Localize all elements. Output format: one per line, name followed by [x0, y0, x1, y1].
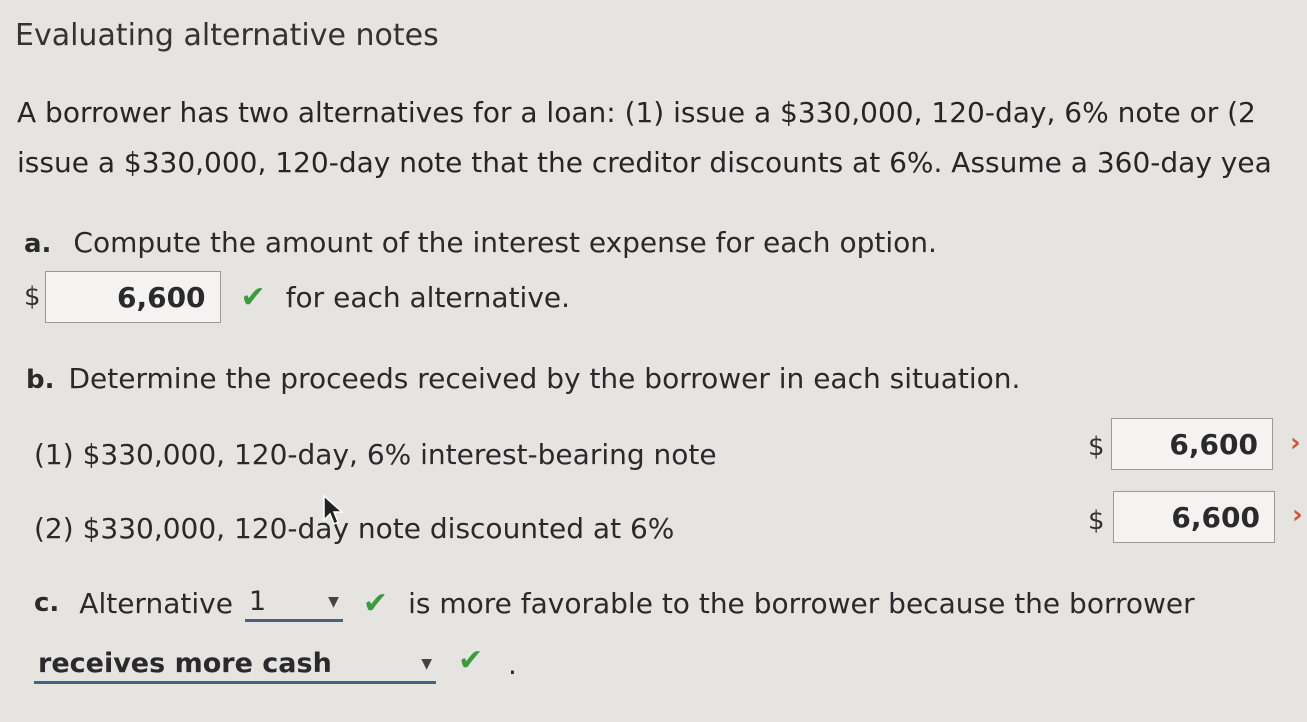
question-a: a. Compute the amount of the interest exp…: [24, 226, 937, 259]
alternative-select-value: 1: [248, 586, 267, 617]
question-c-prefix: Alternative: [79, 586, 233, 620]
question-b-letter: b.: [26, 365, 55, 395]
alternative-select[interactable]: 1 ▼: [244, 584, 343, 622]
page-title: Evaluating alternative notes: [15, 18, 439, 53]
proceeds-1-input[interactable]: 6,600: [1111, 418, 1273, 470]
check-icon: ✔: [458, 643, 484, 678]
check-icon: ✔: [362, 585, 389, 621]
x-mark-icon: ›: [1292, 500, 1303, 530]
interest-expense-input[interactable]: 6,600: [44, 271, 221, 323]
currency-symbol: $: [1088, 432, 1105, 462]
question-a-letter: a.: [24, 229, 52, 259]
intro-line-1: A borrower has two alternatives for a lo…: [17, 96, 1256, 129]
chevron-down-icon[interactable]: ▼: [421, 656, 432, 672]
currency-symbol: $: [1088, 506, 1105, 536]
check-icon: ✔: [240, 279, 266, 315]
question-a-text: Compute the amount of the interest expen…: [73, 226, 937, 259]
chevron-down-icon[interactable]: ▼: [328, 594, 339, 610]
question-c: c. Alternative 1 ▼ ✔ is more favorable t…: [34, 584, 1195, 622]
question-c-letter: c.: [34, 588, 60, 618]
intro-line-2: issue a $330,000, 120-day note that the …: [17, 146, 1272, 179]
question-b: b. Determine the proceeds received by the…: [26, 362, 1020, 395]
mouse-cursor-icon: [323, 494, 344, 526]
x-mark-icon: ›: [1290, 428, 1301, 458]
answer-a-suffix: for each alternative.: [285, 280, 571, 314]
question-b-text: Determine the proceeds received by the b…: [68, 362, 1021, 395]
answer-a-row: $ 6,600 ✔ for each alternative.: [24, 270, 570, 324]
proceeds-2-input[interactable]: 6,600: [1113, 491, 1275, 543]
proceeds-row-2-label: (2) $330,000, 120-day note discounted at…: [34, 512, 675, 545]
currency-symbol: $: [24, 282, 41, 312]
reason-select-value: receives more cash: [38, 648, 332, 679]
sentence-period: .: [508, 648, 517, 681]
proceeds-row-1-label: (1) $330,000, 120-day, 6% interest-beari…: [34, 438, 717, 471]
reason-select[interactable]: receives more cash ▼: [34, 646, 436, 684]
question-c-middle: is more favorable to the borrower becaus…: [408, 586, 1195, 620]
